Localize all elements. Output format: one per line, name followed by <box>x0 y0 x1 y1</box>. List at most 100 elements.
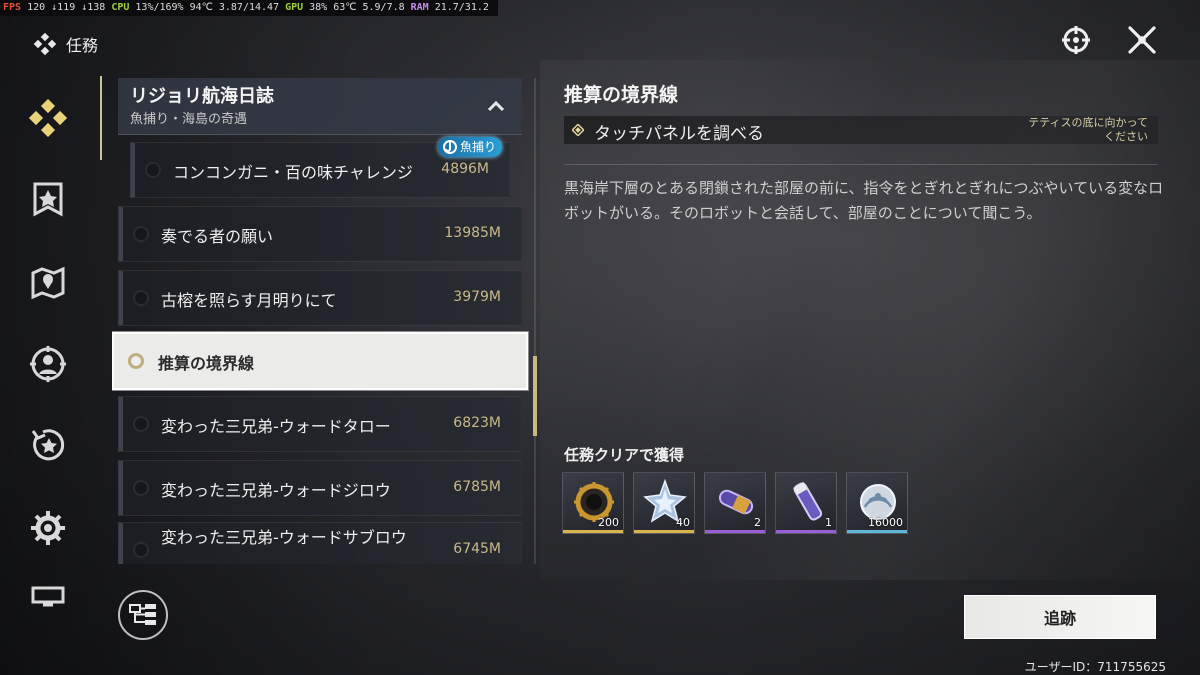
map-pin-icon <box>31 266 65 300</box>
quest-radio <box>145 162 161 178</box>
fishing-tag: 魚捕り <box>438 137 503 157</box>
quest-name: 推算の境界線 <box>158 354 255 373</box>
reward-quantity: 200 <box>598 516 619 529</box>
group-subtitle: 魚捕り・海島の奇遇 <box>130 112 248 127</box>
gpu-label: GPU <box>285 2 304 13</box>
quest-name: コンコンガニ・百の味チャレンジ <box>173 163 413 182</box>
fps-value: 120 ↓119 ↓138 <box>27 2 106 13</box>
quest-item[interactable]: 古榕を照らす月明りにて 3979M <box>118 270 522 326</box>
reward-item[interactable]: 200 <box>562 472 624 534</box>
close-icon <box>1128 26 1156 54</box>
quest-radio <box>133 226 149 242</box>
quest-distance: 3979M <box>453 289 501 305</box>
quest-name: 変わった三兄弟-ウォードタロー <box>161 417 391 436</box>
quest-name: 変わった三兄弟-ウォードジロウ <box>161 481 391 500</box>
quest-item[interactable]: 変わった三兄弟-ウォードサブロウ 6745M <box>118 522 522 564</box>
quest-item[interactable]: 奏でる者の願い 13985M <box>118 206 522 262</box>
quest-item[interactable]: 変わった三兄弟-ウォードジロウ 6785M <box>118 460 522 516</box>
sidebar-item-quests[interactable] <box>20 90 76 146</box>
rewards-list: 200 40 2 1 16000 <box>562 472 908 534</box>
quest-distance: 6785M <box>453 479 501 495</box>
ram-value: 21.7/31.2 <box>434 2 489 13</box>
sidebar-item-screen[interactable] <box>20 582 76 612</box>
cpu-label: CPU <box>111 2 130 13</box>
quest-item[interactable]: 変わった三兄弟-ウォードタロー 6823M <box>118 396 522 452</box>
quest-radio-selected <box>128 353 144 369</box>
diamond-bullet-icon <box>572 124 584 136</box>
banner-icon <box>33 182 63 217</box>
top-toolbar <box>1058 22 1160 58</box>
cpu-value: 13%/169% <box>135 2 184 13</box>
quest-list-scrollbar[interactable] <box>534 78 536 564</box>
reward-rarity-bar <box>563 530 623 533</box>
gpu-temp: 63℃ <box>333 2 357 13</box>
quest-distance: 6745M <box>453 541 501 557</box>
quest-objective: タッチパネルを調べる テティスの底に向かってください <box>564 116 1158 144</box>
quest-radio <box>133 290 149 306</box>
crosshair-icon <box>1062 26 1090 54</box>
chevron-up-icon[interactable] <box>484 94 508 118</box>
fps-label: FPS <box>3 2 22 13</box>
sidebar-item-story[interactable] <box>20 172 76 228</box>
screen-icon <box>31 586 65 607</box>
track-button[interactable]: 追跡 <box>964 595 1156 639</box>
quest-description: 黒海岸下層のとある閉鎖された部屋の前に、指令をとぎれとぎれにつぶやいている変なロ… <box>564 179 1164 222</box>
quest-radio <box>133 480 149 496</box>
reward-item[interactable]: 2 <box>704 472 766 534</box>
quest-radio <box>133 542 149 558</box>
quest-diamond-icon <box>34 33 56 55</box>
quest-distance: 4896M <box>441 161 489 177</box>
sidebar-divider <box>100 76 102 160</box>
objective-text: タッチパネルを調べる <box>594 124 764 144</box>
sidebar-item-events[interactable] <box>20 418 76 474</box>
rewards-title: 任務クリアで獲得 <box>564 446 685 464</box>
quest-diamond-icon <box>29 99 67 137</box>
sidebar-item-character[interactable] <box>20 336 76 392</box>
quest-tree-button[interactable] <box>118 590 168 640</box>
fishing-hook-icon <box>443 140 457 154</box>
flowchart-icon <box>129 604 156 625</box>
reward-quantity: 2 <box>754 516 761 529</box>
sidebar-item-map[interactable] <box>20 254 76 310</box>
reward-item[interactable]: 40 <box>633 472 695 534</box>
quest-list-scroll-thumb[interactable] <box>533 356 537 436</box>
fishing-tag-label: 魚捕り <box>460 140 497 154</box>
quest-item-selected[interactable]: 推算の境界線 <box>112 332 528 390</box>
gear-icon <box>31 511 65 545</box>
star-refresh-icon <box>31 429 65 461</box>
gpu-mem: 5.9/7.8 <box>362 2 405 13</box>
reward-rarity-bar <box>847 530 907 533</box>
quest-distance: 13985M <box>444 225 501 241</box>
detail-divider <box>564 164 1158 165</box>
page-title: 任務 <box>34 32 98 56</box>
reward-quantity: 1 <box>825 516 832 529</box>
cpu-temp: 94℃ <box>189 2 213 13</box>
gpu-value: 38% <box>309 2 328 13</box>
capsule-icon <box>718 489 754 515</box>
quest-radio <box>133 416 149 432</box>
user-id: ユーザーID：711755625 <box>1024 660 1166 674</box>
quest-detail-title: 推算の境界線 <box>564 84 679 106</box>
reward-item[interactable]: 1 <box>775 472 837 534</box>
quest-name: 変わった三兄弟-ウォードサブロウ <box>161 528 407 547</box>
vial-icon <box>793 482 823 521</box>
sidebar-item-settings[interactable] <box>20 500 76 556</box>
ram-label: RAM <box>410 2 429 13</box>
page-title-text: 任務 <box>66 36 99 55</box>
reward-rarity-bar <box>705 530 765 533</box>
close-button[interactable] <box>1124 22 1160 58</box>
reward-rarity-bar <box>776 530 836 533</box>
quest-distance: 6823M <box>453 415 501 431</box>
character-target-icon <box>30 346 66 382</box>
performance-overlay: FPS 120 ↓119 ↓138 CPU 13%/169% 94℃ 3.87/… <box>0 0 498 16</box>
reward-quantity: 40 <box>676 516 690 529</box>
quest-group-header[interactable]: リジョリ航海日誌 魚捕り・海島の奇遇 <box>118 78 522 135</box>
group-title: リジョリ航海日誌 <box>130 86 274 107</box>
quest-name: 古榕を照らす月明りにて <box>161 291 337 310</box>
locate-button[interactable] <box>1058 22 1094 58</box>
objective-hint: テティスの底に向かってください <box>1028 116 1148 143</box>
reward-item[interactable]: 16000 <box>846 472 908 534</box>
reward-quantity: 16000 <box>868 516 903 529</box>
quest-name: 奏でる者の願い <box>161 227 274 246</box>
reward-rarity-bar <box>634 530 694 533</box>
